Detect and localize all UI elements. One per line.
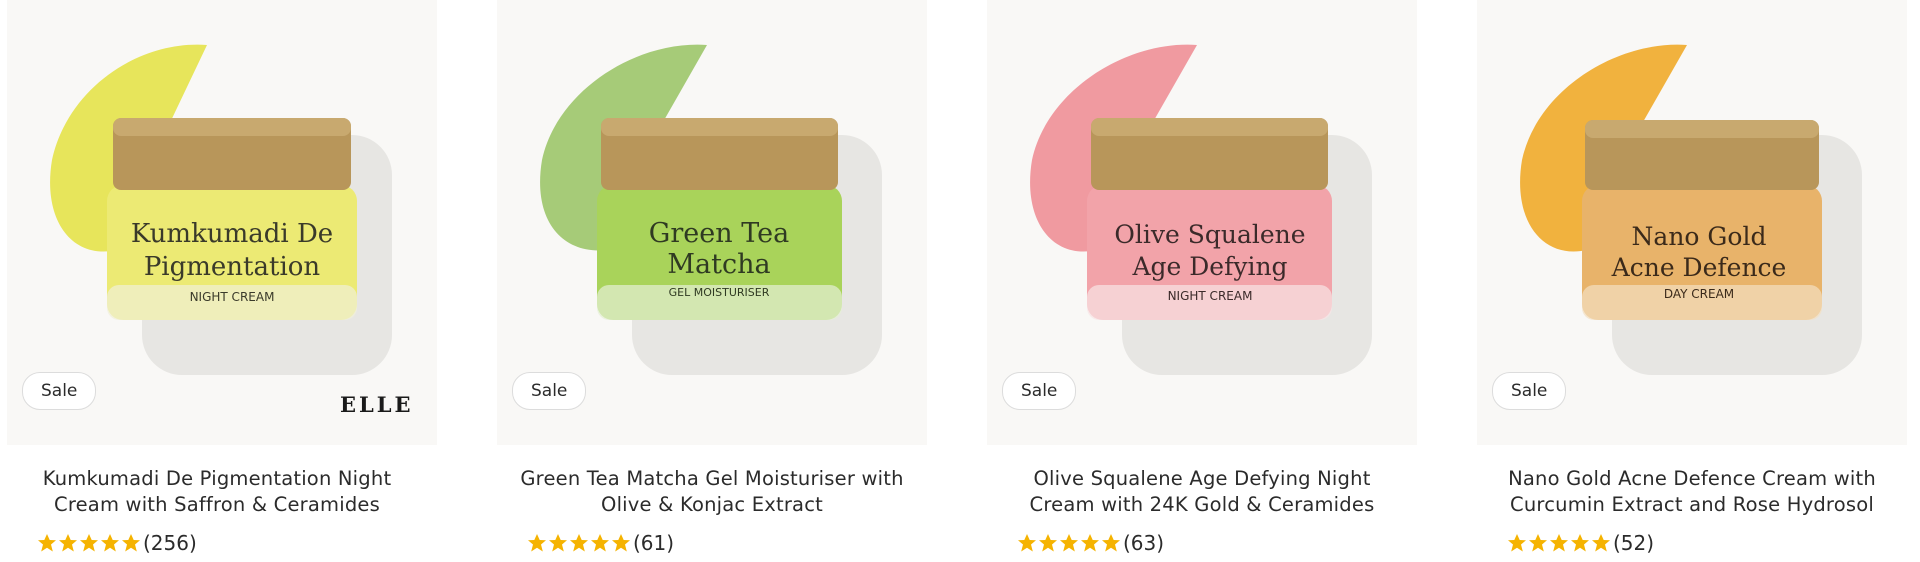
product-title[interactable]: Green Tea Matcha Gel Moisturiser with Ol… (512, 466, 912, 518)
product-image[interactable]: Nano Gold Acne Defence DAY CREAM Sale (1477, 0, 1907, 445)
rating: (256) (37, 529, 197, 557)
product-image[interactable]: Kumkumadi De Pigmentation NIGHT CREAM EL… (7, 0, 437, 445)
review-count[interactable]: (61) (633, 531, 674, 555)
jar-sub-label: GEL MOISTURISER (669, 286, 770, 299)
star-icon (101, 534, 119, 552)
jar-label-line2: Pigmentation (144, 252, 321, 282)
star-icon (1571, 534, 1589, 552)
jar-label-line1: Kumkumadi De (131, 219, 333, 249)
sale-badge: Sale (1492, 372, 1567, 410)
elle-logo: ELLE (340, 392, 414, 417)
jar-sub-label: NIGHT CREAM (190, 290, 275, 304)
star-icon (80, 534, 98, 552)
star-rating (527, 533, 631, 553)
star-icon (38, 534, 56, 552)
star-icon (1018, 534, 1036, 552)
star-icon (1508, 534, 1526, 552)
star-icon (612, 534, 630, 552)
review-count[interactable]: (63) (1123, 531, 1164, 555)
star-icon (1529, 534, 1547, 552)
product-title[interactable]: Olive Squalene Age Defying Night Cream w… (1002, 466, 1402, 518)
product-title[interactable]: Kumkumadi De Pigmentation Night Cream wi… (17, 466, 417, 518)
jar-label-line2: Acne Defence (1611, 253, 1787, 282)
product-title[interactable]: Nano Gold Acne Defence Cream with Curcum… (1492, 466, 1892, 518)
sale-badge: Sale (22, 372, 97, 410)
jar-sub-label: NIGHT CREAM (1168, 289, 1253, 303)
jar-label-line2: Matcha (667, 249, 770, 280)
product-card[interactable]: Nano Gold Acne Defence DAY CREAM Sale Na… (1477, 0, 1907, 562)
product-card[interactable]: Green Tea Matcha GEL MOISTURISER Sale Gr… (497, 0, 927, 562)
star-icon (59, 534, 77, 552)
sale-badge: Sale (1002, 372, 1077, 410)
review-count[interactable]: (52) (1613, 531, 1654, 555)
star-icon (1039, 534, 1057, 552)
star-icon (1102, 534, 1120, 552)
star-icon (1550, 534, 1568, 552)
star-icon (570, 534, 588, 552)
star-icon (528, 534, 546, 552)
product-card[interactable]: Kumkumadi De Pigmentation NIGHT CREAM EL… (7, 0, 437, 562)
product-image[interactable]: Olive Squalene Age Defying NIGHT CREAM S… (987, 0, 1417, 445)
star-icon (1592, 534, 1610, 552)
star-icon (1060, 534, 1078, 552)
jar-sub-label: DAY CREAM (1664, 287, 1734, 301)
jar-label-line1: Green Tea (649, 218, 789, 249)
rating: (52) (1507, 529, 1654, 557)
jar-label-line2: Age Defying (1131, 252, 1287, 281)
product-image[interactable]: Green Tea Matcha GEL MOISTURISER Sale (497, 0, 927, 445)
jar-label-line1: Olive Squalene (1114, 220, 1305, 249)
review-count[interactable]: (256) (143, 531, 197, 555)
star-rating (1017, 533, 1121, 553)
product-grid: Kumkumadi De Pigmentation NIGHT CREAM EL… (0, 0, 1920, 562)
jar-label-line1: Nano Gold (1632, 222, 1767, 251)
sale-badge: Sale (512, 372, 587, 410)
star-icon (1081, 534, 1099, 552)
star-rating (1507, 533, 1611, 553)
star-rating (37, 533, 141, 553)
rating: (63) (1017, 529, 1164, 557)
product-card[interactable]: Olive Squalene Age Defying NIGHT CREAM S… (987, 0, 1417, 562)
rating: (61) (527, 529, 674, 557)
star-icon (549, 534, 567, 552)
star-icon (122, 534, 140, 552)
star-icon (591, 534, 609, 552)
